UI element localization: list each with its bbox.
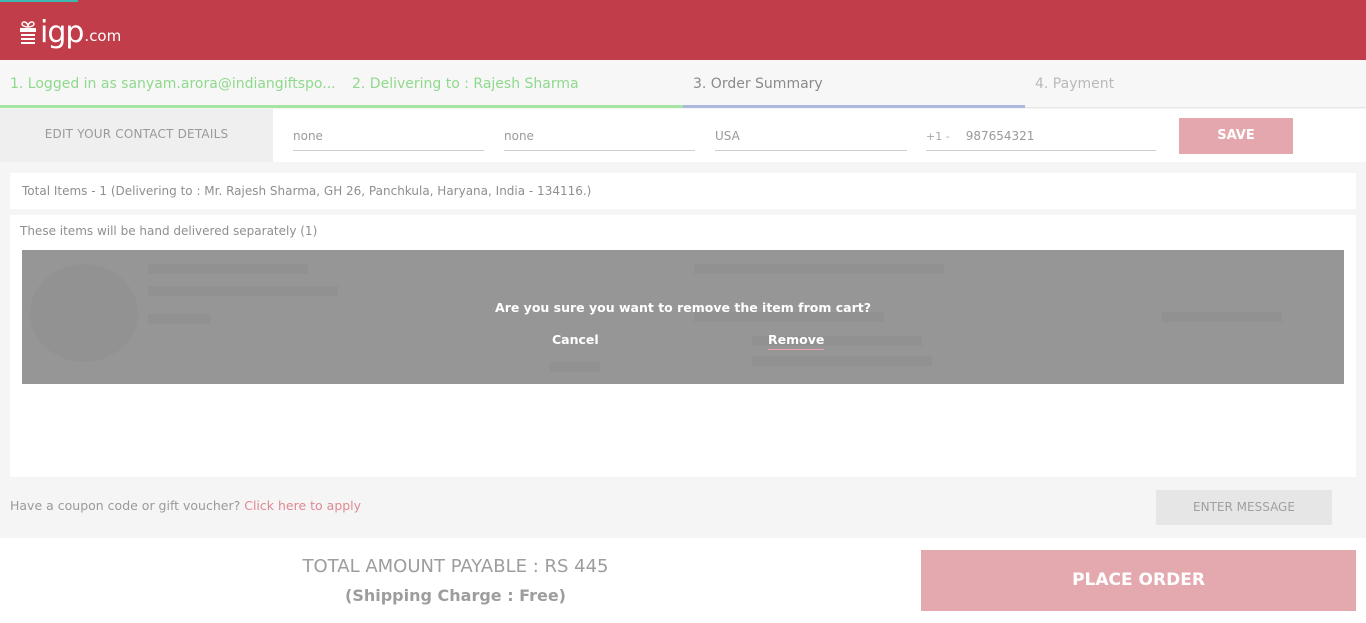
step-payment[interactable]: 4. Payment [1025, 60, 1366, 108]
header-accent-line [0, 0, 78, 2]
first-name-value: none [293, 129, 323, 143]
gift-box-icon [20, 21, 36, 44]
logo-domain: .com [84, 27, 122, 45]
first-name-field[interactable]: none [293, 121, 484, 151]
progress-bar-done [0, 105, 683, 108]
country-field[interactable]: USA [715, 121, 907, 151]
hand-delivery-note: These items will be hand delivered separ… [20, 224, 318, 238]
enter-message-button[interactable]: ENTER MESSAGE [1156, 490, 1332, 525]
phone-field[interactable]: +1 - 987654321 [926, 121, 1156, 151]
coupon-prompt-text: Have a coupon code or gift voucher? [10, 498, 241, 513]
remove-button[interactable]: Remove [768, 332, 825, 350]
remove-confirm-overlay: Are you sure you want to remove the item… [22, 250, 1344, 384]
phone-value: 987654321 [965, 129, 1035, 143]
order-footer: TOTAL AMOUNT PAYABLE : RS 445 (Shipping … [0, 538, 1366, 623]
apply-coupon-link[interactable]: Click here to apply [244, 498, 361, 513]
igp-logo[interactable]: igp .com [18, 12, 121, 48]
coupon-prompt: Have a coupon code or gift voucher? Clic… [10, 498, 361, 513]
step-delivery[interactable]: 2. Delivering to : Rajesh Sharma [342, 60, 683, 108]
country-value: USA [715, 129, 740, 143]
logo-text: igp [40, 15, 84, 50]
contact-details-row: EDIT YOUR CONTACT DETAILS none none USA … [0, 109, 1366, 162]
contact-section-label: EDIT YOUR CONTACT DETAILS [0, 109, 273, 162]
site-header: igp .com [0, 0, 1366, 60]
step-order-summary[interactable]: 3. Order Summary [683, 60, 1025, 108]
save-button[interactable]: SAVE [1179, 118, 1293, 154]
cancel-button[interactable]: Cancel [552, 332, 599, 347]
shipping-charge: (Shipping Charge : Free) [345, 586, 566, 605]
place-order-button[interactable]: PLACE ORDER [921, 550, 1356, 611]
last-name-value: none [504, 129, 534, 143]
checkout-steps: 1. Logged in as sanyam.arora@indiangifts… [0, 60, 1366, 108]
total-items-summary: Total Items - 1 (Delivering to : Mr. Raj… [10, 173, 1356, 209]
phone-code: +1 - [926, 130, 950, 143]
last-name-field[interactable]: none [504, 121, 695, 151]
total-amount-payable: TOTAL AMOUNT PAYABLE : RS 445 [302, 556, 609, 577]
step-login[interactable]: 1. Logged in as sanyam.arora@indiangifts… [0, 60, 342, 108]
progress-bar-active [683, 105, 1025, 108]
remove-confirm-question: Are you sure you want to remove the item… [495, 300, 871, 315]
